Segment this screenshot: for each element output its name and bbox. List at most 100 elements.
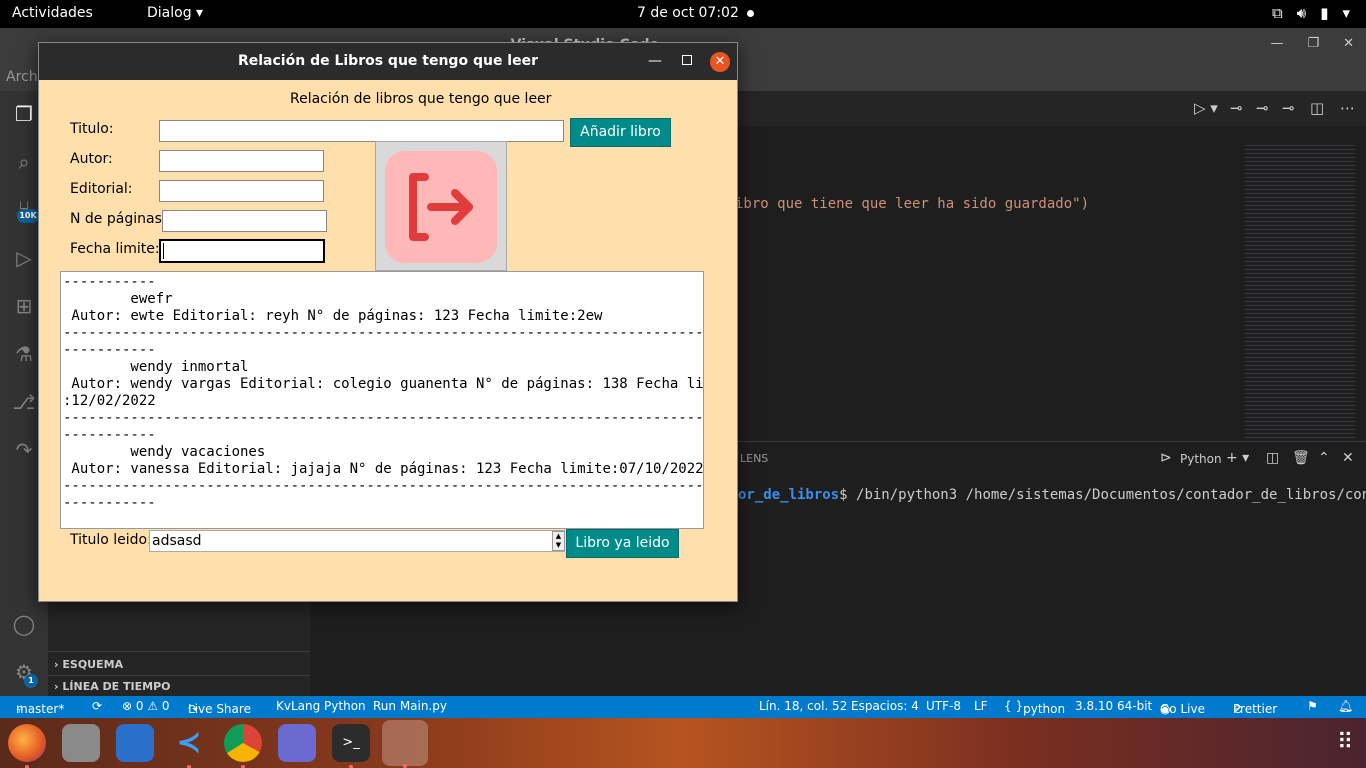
network-icon: ⧉ <box>1272 4 1283 22</box>
books-dialog: Relación de Libros que tengo que leer — … <box>38 42 738 602</box>
trash-icon[interactable]: 🗑︎ <box>1292 450 1310 466</box>
terminal-app-icon[interactable]: >_ <box>332 724 370 768</box>
status-bar: ⑂ master* ⟳ ⊗ 0 ⚠ 0 ↷ Live Share KvLang … <box>0 696 1366 718</box>
panel-tab[interactable]: LENS <box>740 452 768 465</box>
chevron-right-icon: › <box>54 680 59 693</box>
terminal-profile[interactable]: Python <box>1180 452 1222 466</box>
sync-icon[interactable]: ⟳ <box>92 699 102 713</box>
branch-label: master* <box>16 702 65 716</box>
fecha-label: Fecha limite: <box>70 241 160 257</box>
spinbox-arrows-icon[interactable]: ▲ ▼ <box>552 531 565 551</box>
dialog-titlebar[interactable]: Relación de Libros que tengo que leer — … <box>39 43 737 80</box>
paginas-label: N de páginas: <box>70 211 167 227</box>
minimap[interactable] <box>1245 145 1355 440</box>
dialog-heading: Relación de libros que tengo que leer <box>290 91 552 107</box>
logo-frame <box>375 141 507 271</box>
section-esquema[interactable]: › ESQUEMA <box>54 658 123 671</box>
search-icon[interactable]: ⌕ <box>11 149 37 175</box>
testing-icon[interactable]: ⚗ <box>11 341 37 367</box>
screenshot-icon[interactable] <box>278 724 316 762</box>
firefox-icon[interactable] <box>8 724 46 768</box>
clock[interactable]: 7 de oct 07:02 <box>637 5 739 21</box>
editorial-input[interactable] <box>159 180 324 202</box>
terminal-command: $ /bin/python3 /home/sistemas/Documentos… <box>839 487 1366 503</box>
activities-button[interactable]: Actividades <box>12 5 93 21</box>
settings-badge: 1 <box>24 674 38 688</box>
system-tray[interactable]: ⧉ 🔊︎ ▮ ▾ <box>1272 4 1350 22</box>
add-book-button[interactable]: Añadir libro <box>570 118 671 147</box>
cursor-position[interactable]: Lín. 18, col. 52 <box>759 699 847 713</box>
problems-item[interactable]: ⊗ 0 ⚠ 0 <box>122 699 170 713</box>
kvlang-item[interactable]: KvLang Python <box>276 699 366 713</box>
prettier-label: Prettier <box>1233 702 1278 716</box>
code-line: ibro que tiene que leer ha sido guardado… <box>735 196 1090 212</box>
minimize-icon[interactable]: — <box>648 53 662 69</box>
language-item[interactable]: { } python <box>1004 699 1065 716</box>
step-icon[interactable]: ⊸ <box>1230 99 1243 117</box>
language-label: python <box>1023 702 1066 716</box>
gnome-top-bar: Actividades Dialog ▾ 7 de oct 07:02 ⧉ 🔊︎… <box>0 0 1366 28</box>
maximize-icon[interactable]: ❐ <box>1307 36 1319 51</box>
section-timeline-label: LÍNEA DE TIEMPO <box>62 680 171 693</box>
go-live-label: Go Live <box>1160 702 1205 716</box>
app-menu-label: Dialog <box>147 5 192 21</box>
indentation[interactable]: Espacios: 4 <box>851 699 919 713</box>
dialog-app-icon[interactable] <box>382 720 428 768</box>
books-records: ----------- ewefr Autor: ewte Editorial:… <box>63 274 704 511</box>
extensions-icon[interactable]: ⊞ <box>11 293 37 319</box>
git-graph-icon[interactable]: ⎇ <box>11 389 37 415</box>
books-textarea[interactable]: ----------- ewefr Autor: ewte Editorial:… <box>60 271 704 529</box>
split-editor-icon[interactable]: ◫ <box>1310 99 1324 117</box>
live-share-icon[interactable]: ↷ <box>11 437 37 463</box>
titulo-label: Titulo: <box>70 121 114 137</box>
vscode-icon[interactable]: ≺ <box>170 724 208 768</box>
app-menu[interactable]: Dialog ▾ <box>147 5 203 21</box>
minimize-icon[interactable]: — <box>1270 36 1283 51</box>
encoding[interactable]: UTF-8 <box>926 699 961 713</box>
more-actions-icon[interactable]: ⋯ <box>1340 99 1355 117</box>
accounts-icon[interactable]: ◯ <box>11 611 37 637</box>
titulo-input[interactable] <box>159 120 564 142</box>
run-main-item[interactable]: Run Main.py <box>373 699 447 713</box>
book-read-button[interactable]: Libro ya leido <box>566 529 679 558</box>
close-panel-icon[interactable]: ✕ <box>1342 450 1354 466</box>
chevron-down-icon: ▾ <box>1342 4 1350 22</box>
editorial-label: Editorial: <box>70 181 133 197</box>
step-into-icon[interactable]: ⊸ <box>1282 99 1295 117</box>
window-controls: — ❐ ✕ <box>1270 36 1354 51</box>
live-share-label: Live Share <box>188 702 251 716</box>
step-over-icon[interactable]: ⊸ <box>1256 99 1269 117</box>
run-icon[interactable]: ▷ ▾ <box>1194 99 1218 117</box>
writer-icon[interactable] <box>116 724 154 762</box>
chevron-right-icon: › <box>54 658 59 671</box>
paginas-input[interactable] <box>162 210 327 232</box>
autor-input[interactable] <box>159 150 324 172</box>
volume-icon: 🔊︎ <box>1296 4 1307 22</box>
run-debug-icon[interactable]: ▷ <box>11 245 37 271</box>
show-apps-icon[interactable]: ⠿ <box>1326 724 1364 762</box>
split-terminal-icon[interactable]: ◫ <box>1266 450 1279 466</box>
eol[interactable]: LF <box>974 699 988 713</box>
fecha-input[interactable] <box>159 239 325 263</box>
section-timeline[interactable]: › LÍNEA DE TIEMPO <box>54 680 171 693</box>
titulo-leido-label: Titulo leido: <box>70 532 152 548</box>
close-icon[interactable]: ✕ <box>710 52 730 72</box>
logout-icon <box>385 151 497 263</box>
new-terminal-icon[interactable]: + ▾ <box>1226 450 1249 466</box>
terminal-icon: ⊳ <box>1160 450 1172 466</box>
chevron-down-icon: ▾ <box>196 5 204 21</box>
notification-dot <box>747 10 754 17</box>
maximize-icon[interactable] <box>682 55 692 65</box>
terminal-line: or_de_libros$ /bin/python3 /home/sistema… <box>738 487 1366 503</box>
bell-icon[interactable]: 🔔︎ <box>1338 699 1353 713</box>
feedback-icon[interactable]: ⚑ <box>1307 699 1318 713</box>
files-icon[interactable] <box>62 724 100 762</box>
section-esquema-label: ESQUEMA <box>62 658 124 671</box>
titulo-leido-input[interactable]: adsasd <box>149 530 565 552</box>
close-icon[interactable]: ✕ <box>1343 36 1354 51</box>
chrome-icon[interactable] <box>224 724 262 768</box>
explorer-icon[interactable]: ❐ <box>11 101 37 127</box>
menu-archivo[interactable]: Arch <box>6 69 38 85</box>
maximize-panel-icon[interactable]: ⌃ <box>1318 450 1330 466</box>
interpreter[interactable]: 3.8.10 64-bit <box>1075 699 1152 713</box>
